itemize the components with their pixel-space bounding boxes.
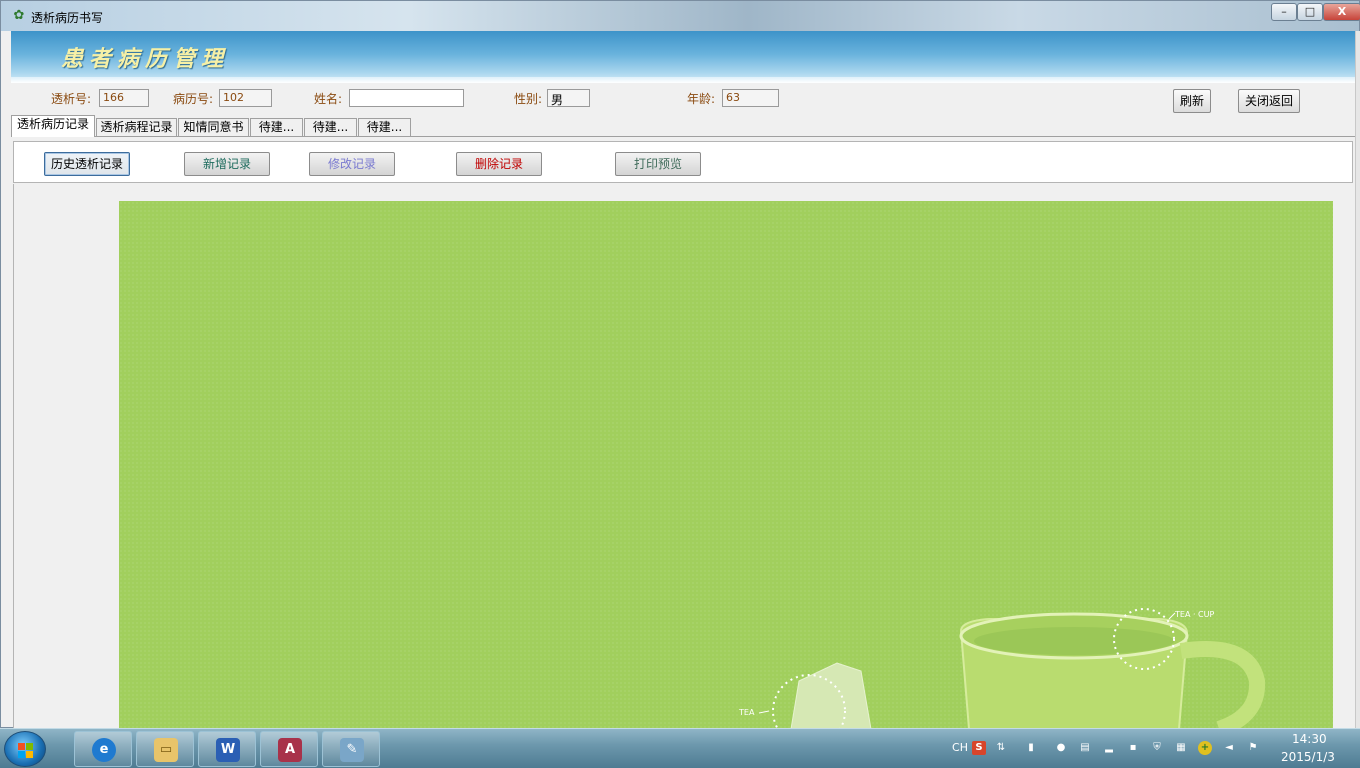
record-no-label: 病历号: [173, 92, 214, 106]
taskbar-ie[interactable]: e [74, 731, 132, 767]
minimize-button[interactable]: – [1271, 3, 1297, 21]
language-indicator[interactable]: CH [950, 741, 970, 755]
volume-icon[interactable]: ◄ [1222, 741, 1236, 755]
new-record-button[interactable]: 新增记录 [184, 152, 270, 176]
windows-logo-part [26, 743, 33, 750]
cup-caption: TEA · CUP [1174, 610, 1214, 619]
qq-icon[interactable]: ● [1054, 741, 1068, 755]
history-records-button[interactable]: 历史透析记录 [44, 152, 130, 176]
windows-logo-part [26, 751, 33, 758]
maximize-button[interactable]: □ [1297, 3, 1323, 21]
taskbar-word[interactable]: W [198, 731, 256, 767]
tab-pending-2[interactable]: 待建... [304, 118, 357, 137]
gender-field[interactable]: 男 [547, 89, 590, 107]
name-label: 姓名: [314, 92, 343, 106]
ie-icon: e [92, 738, 116, 762]
header-banner: 患者病历管理 [11, 31, 1355, 83]
dialysis-no-label: 透析号: [51, 92, 92, 106]
background-image: TEA · CUP TEA [119, 201, 1333, 729]
banner-title: 患者病历管理 [61, 46, 230, 72]
print-preview-button[interactable]: 打印预览 [615, 152, 701, 176]
tab-pending-3[interactable]: 待建... [358, 118, 411, 137]
edit-record-button[interactable]: 修改记录 [309, 152, 395, 176]
taskbar-access[interactable]: A [260, 731, 318, 767]
paint-icon: ✎ [340, 738, 364, 762]
windows-logo-icon [18, 743, 25, 750]
age-field[interactable]: 63 [722, 89, 779, 107]
sogou-ime-icon[interactable]: S [972, 741, 986, 755]
signal-icon[interactable]: ▂ [1102, 741, 1116, 755]
tea-cup-illustration: TEA · CUP TEA [738, 608, 1266, 729]
record-toolbar: 历史透析记录 新增记录 修改记录 删除记录 打印预览 [13, 141, 1353, 183]
taskbar-paint[interactable]: ✎ [322, 731, 380, 767]
taskbar-explorer[interactable]: ▭ [136, 731, 194, 767]
tab-divider [11, 136, 1355, 137]
refresh-button[interactable]: 刷新 [1173, 89, 1211, 113]
tab-dialysis-progress[interactable]: 透析病程记录 [96, 118, 177, 137]
delete-record-button[interactable]: 删除记录 [456, 152, 542, 176]
clock-date[interactable]: 2015/1/3 [1281, 750, 1335, 764]
gender-label: 性别: [514, 92, 543, 106]
plus-service-icon[interactable]: + [1198, 741, 1212, 755]
network-adapter-icon[interactable]: ▤ [1078, 741, 1092, 755]
bag-caption: TEA [738, 708, 755, 717]
network-status-icon[interactable]: ▪ [1126, 741, 1140, 755]
explorer-icon: ▭ [154, 738, 178, 762]
name-field[interactable] [349, 89, 464, 107]
close-button[interactable]: X [1323, 3, 1360, 21]
taskbar: e ▭ W A ✎ CH S ⇅ ▮ ● ▤ ▂ ▪ ⛨ ▦ + ◄ ⚑ [0, 728, 1360, 768]
patient-info-bar: 透析号: 166 病历号: 102 姓名: 性别: 男 年龄: 63 刷新 关闭… [11, 83, 1355, 117]
age-label: 年龄: [687, 92, 716, 106]
tray-arrows-icon[interactable]: ⇅ [994, 741, 1008, 755]
window-title: 透析病历书写 [31, 11, 104, 25]
record-no-field[interactable]: 102 [219, 89, 272, 107]
security-shield-icon[interactable]: ⛨ [1150, 741, 1164, 755]
windows-logo-part [18, 751, 25, 758]
clock-time[interactable]: 14:30 [1292, 732, 1327, 746]
title-bar[interactable]: ✿ 透析病历书写 – □ X [1, 1, 1360, 31]
tab-dialysis-record[interactable]: 透析病历记录 [11, 115, 95, 137]
app-window: ✿ 透析病历书写 – □ X 患者病历管理 透析号: 166 病历号: 102 … [0, 0, 1360, 729]
access-icon: A [278, 738, 302, 762]
tab-pending-1[interactable]: 待建... [250, 118, 303, 137]
word-icon: W [216, 738, 240, 762]
clipboard-icon[interactable]: ▦ [1174, 741, 1188, 755]
dialysis-no-field[interactable]: 166 [99, 89, 149, 107]
app-icon: ✿ [13, 8, 25, 23]
close-return-button[interactable]: 关闭返回 [1238, 89, 1300, 113]
usb-device-icon[interactable]: ▮ [1024, 741, 1038, 755]
action-center-flag-icon[interactable]: ⚑ [1246, 741, 1260, 755]
tab-consent-form[interactable]: 知情同意书 [178, 118, 249, 137]
vertical-scrollbar[interactable] [1355, 31, 1360, 729]
start-button[interactable] [4, 731, 46, 767]
